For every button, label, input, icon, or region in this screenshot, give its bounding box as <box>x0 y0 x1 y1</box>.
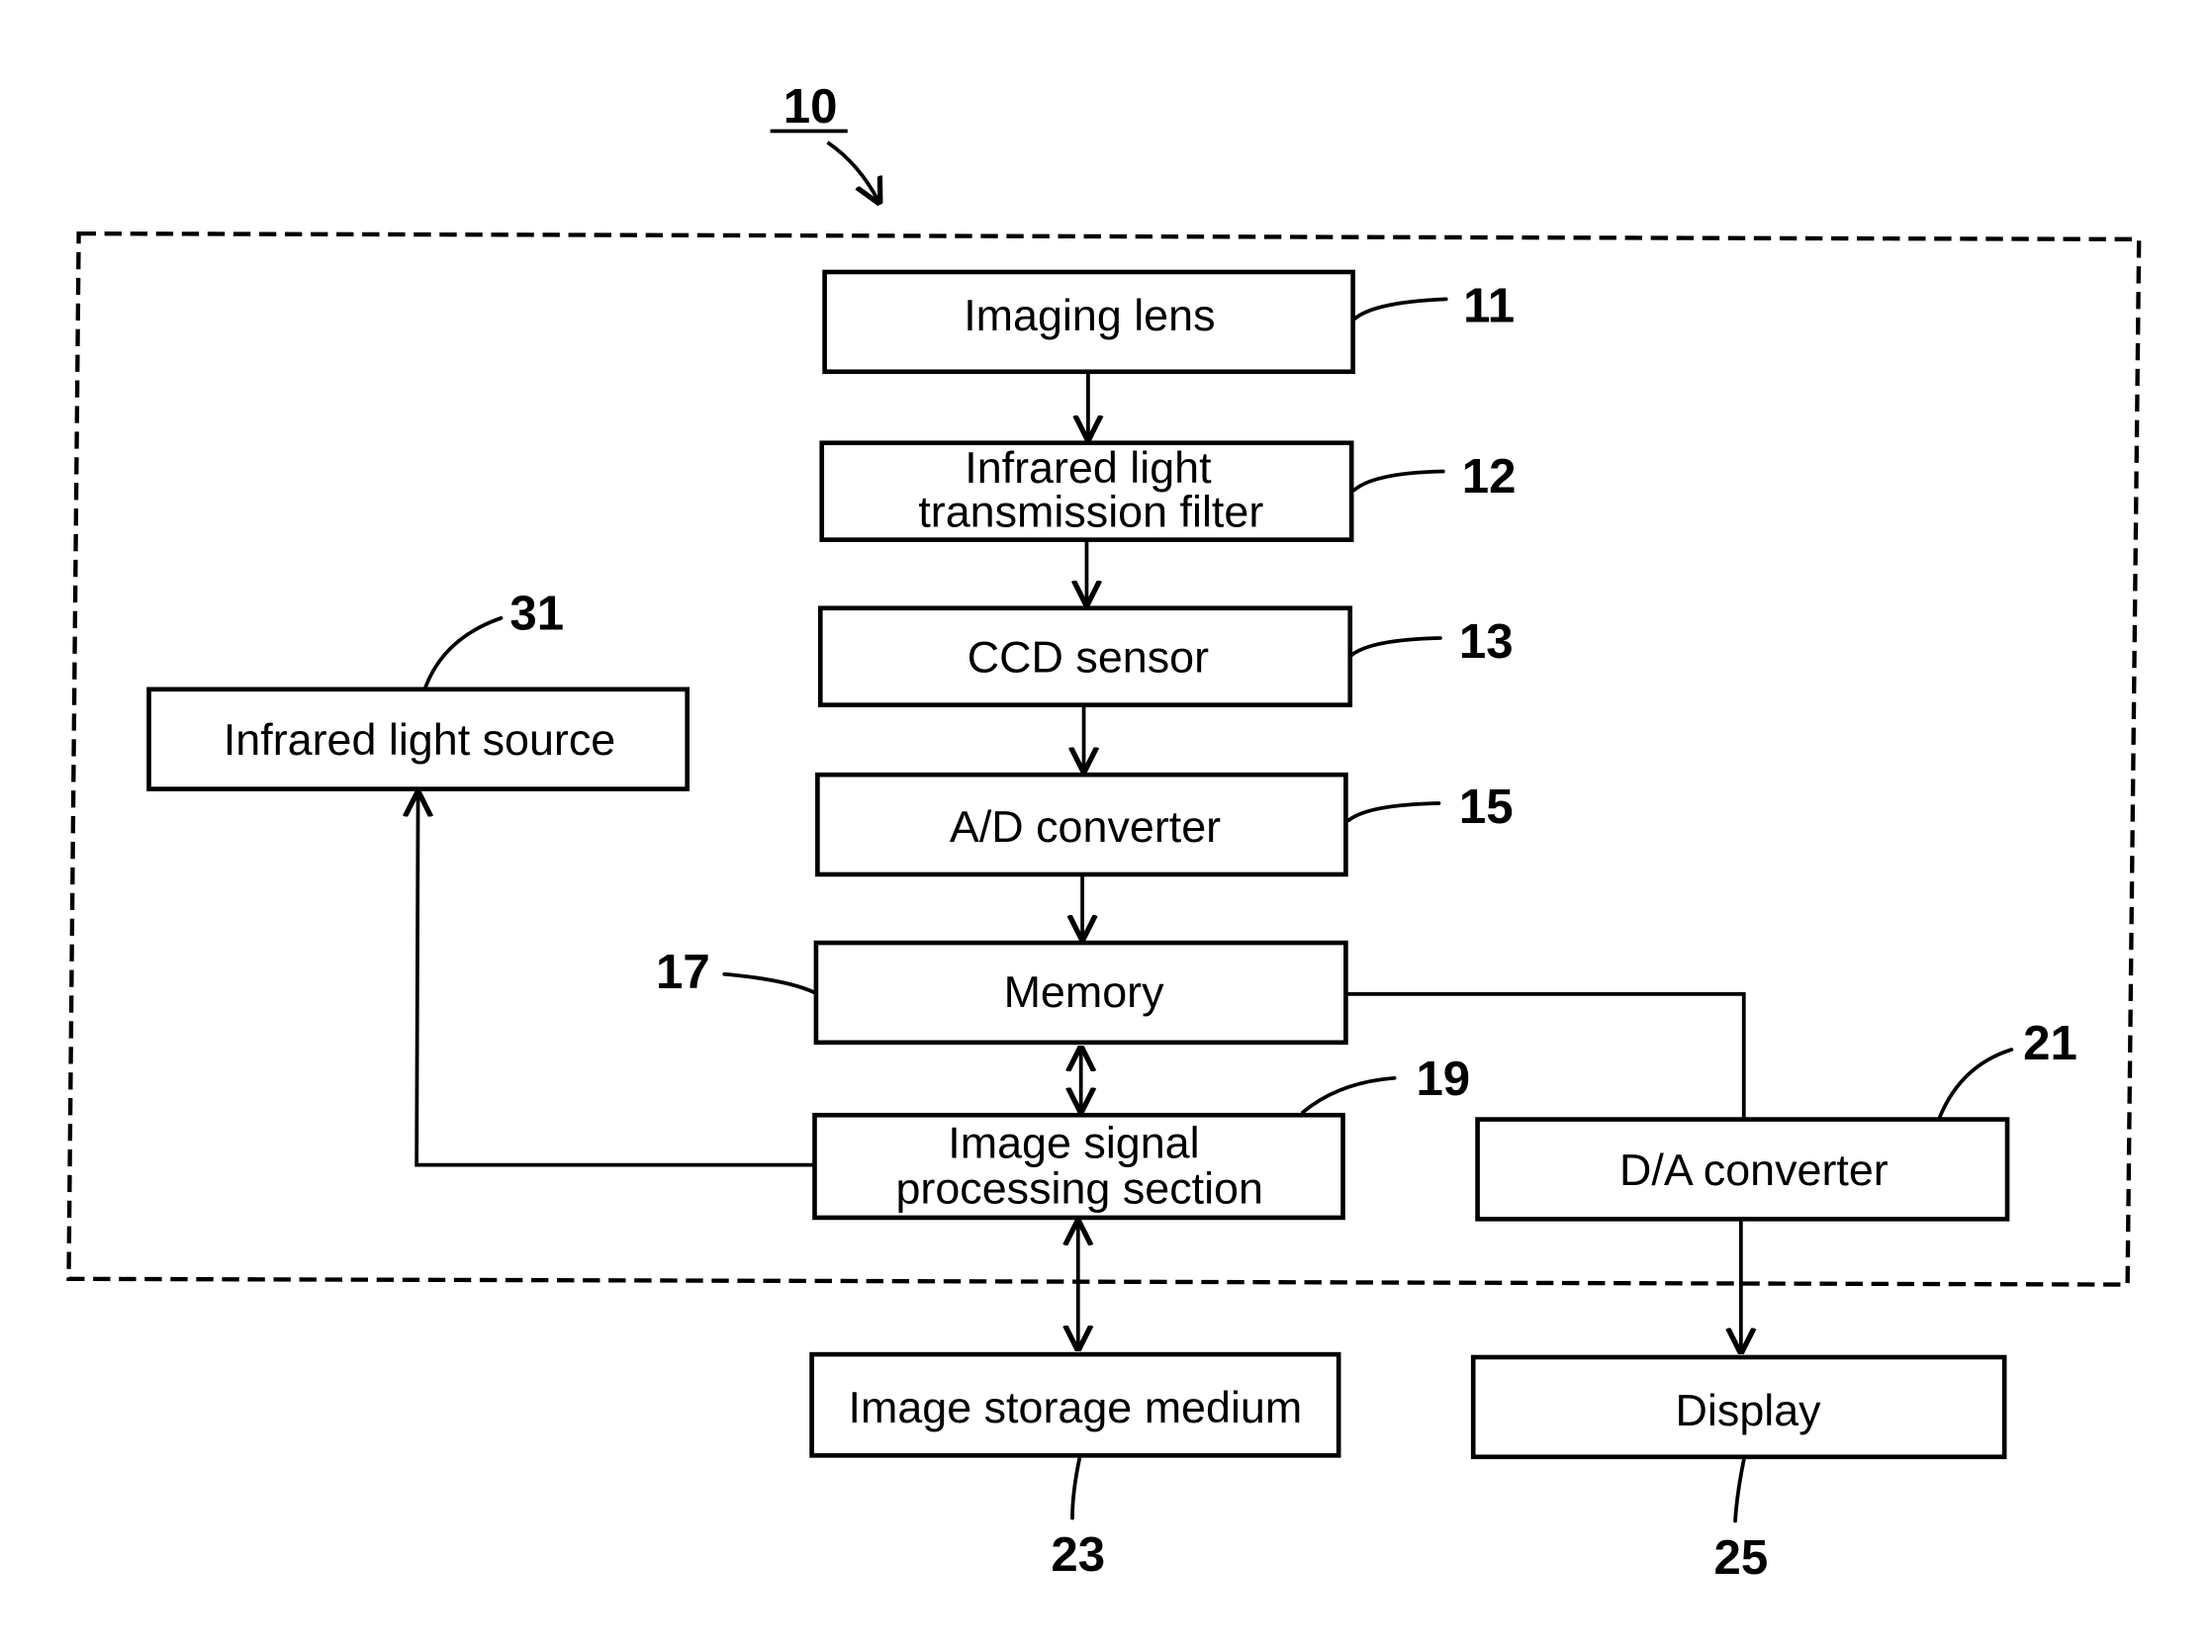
ref-12: 12 <box>1462 450 1517 504</box>
block-storage-label: Image storage medium <box>849 1383 1303 1432</box>
block-memory-label: Memory <box>1004 967 1165 1017</box>
block-ad-converter-label: A/D converter <box>950 802 1221 852</box>
block-ir-filter-label-2: transmission filter <box>918 488 1263 537</box>
block-image-signal-label-1: Image signal <box>948 1119 1199 1168</box>
ref-13: 13 <box>1459 615 1514 669</box>
leader-31 <box>422 615 504 690</box>
leader-21 <box>1938 1048 2014 1119</box>
block-storage: Image storage medium <box>809 1351 1341 1458</box>
block-ir-filter: Infrared light transmission filter <box>819 440 1354 542</box>
leader-15 <box>1346 801 1441 823</box>
leader-19 <box>1301 1075 1397 1115</box>
block-image-signal: Image signal processing section <box>812 1112 1345 1221</box>
leader-11 <box>1352 297 1448 321</box>
block-ir-source: Infrared light source <box>146 687 690 791</box>
figure-reference-arrow <box>826 140 879 202</box>
block-da-converter: D/A converter <box>1475 1117 2010 1222</box>
block-ad-converter: A/D converter <box>815 772 1348 877</box>
block-ir-filter-label-1: Infrared light <box>965 443 1212 493</box>
ref-21: 21 <box>2023 1017 2077 1070</box>
ref-15: 15 <box>1459 780 1514 834</box>
ref-31: 31 <box>509 587 564 640</box>
block-ir-source-label: Infrared light source <box>224 715 615 765</box>
figure-reference: 10 <box>783 80 838 134</box>
leader-23 <box>1070 1456 1082 1520</box>
block-display: Display <box>1470 1354 2007 1460</box>
leader-17 <box>722 971 817 995</box>
block-da-converter-label: D/A converter <box>1619 1146 1889 1195</box>
ref-17: 17 <box>656 946 710 999</box>
ref-25: 25 <box>1713 1531 1768 1585</box>
block-memory: Memory <box>813 940 1348 1046</box>
block-ccd-sensor: CCD sensor <box>817 605 1353 707</box>
block-imaging-lens-label: Imaging lens <box>964 291 1215 340</box>
ref-11: 11 <box>1463 279 1515 332</box>
ref-19: 19 <box>1416 1053 1470 1106</box>
leader-12 <box>1352 469 1445 493</box>
block-ccd-sensor-label: CCD sensor <box>968 633 1209 683</box>
block-diagram: 10 Imaging lens Infrared light transmiss… <box>66 80 2142 1585</box>
block-display-label: Display <box>1676 1386 1822 1435</box>
ref-23: 23 <box>1051 1528 1105 1582</box>
line-memory-to-da <box>1345 992 1746 1119</box>
block-imaging-lens: Imaging lens <box>822 269 1355 375</box>
leader-25 <box>1733 1457 1746 1523</box>
block-image-signal-label-2: processing section <box>895 1164 1262 1214</box>
leader-13 <box>1349 636 1442 658</box>
